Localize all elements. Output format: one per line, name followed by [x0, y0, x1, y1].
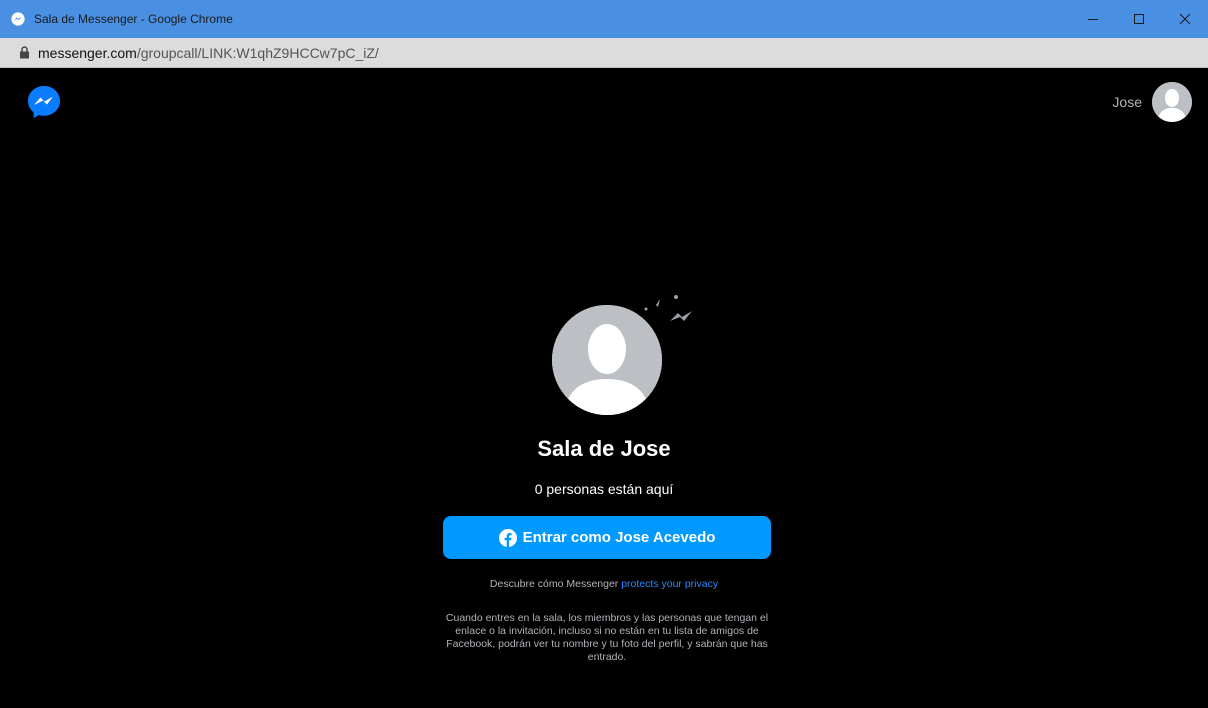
privacy-text: Descubre cómo Messenger: [489, 578, 622, 590]
messenger-app-icon: [10, 11, 26, 27]
room-title: Sala de Jose: [537, 436, 671, 461]
lock-icon[interactable]: [18, 46, 30, 60]
maximize-icon: [1134, 14, 1144, 24]
minimize-icon: [1088, 19, 1098, 20]
close-icon: [1179, 13, 1191, 25]
url-text[interactable]: messenger.com/groupcall/LINK:W1qhZ9HCCw7…: [38, 45, 379, 61]
page-content: Jose Sala de Jose 0 personas están aquí …: [6, 69, 1202, 708]
privacy-link[interactable]: protects your privacy: [621, 578, 718, 590]
join-button-label: Entrar como Jose Acevedo: [522, 529, 716, 546]
url-path: /groupcall/LINK:W1qhZ9HCCw7pC_iZ/: [136, 44, 379, 61]
avatar[interactable]: [1152, 82, 1192, 122]
privacy-notice: Descubre cómo Messenger protects your pr…: [6, 578, 1202, 590]
participant-count: 0 personas están aquí: [534, 481, 674, 497]
default-avatar-icon: [1152, 82, 1192, 122]
window-controls: [1070, 0, 1208, 38]
close-button[interactable]: [1162, 0, 1208, 38]
window-title: Sala de Messenger - Google Chrome: [34, 12, 233, 26]
join-disclaimer: Cuando entres en la sala, los miembros y…: [445, 612, 769, 663]
facebook-icon: [498, 528, 517, 547]
account-menu[interactable]: Jose: [1112, 82, 1192, 122]
sparkle-icon: [644, 295, 692, 321]
maximize-button[interactable]: [1116, 0, 1162, 38]
url-host: messenger.com: [38, 44, 137, 61]
user-name: Jose: [1112, 94, 1142, 110]
address-bar[interactable]: messenger.com/groupcall/LINK:W1qhZ9HCCw7…: [0, 38, 1208, 68]
join-room-button[interactable]: Entrar como Jose Acevedo: [443, 516, 771, 559]
minimize-button[interactable]: [1070, 0, 1116, 38]
window-titlebar: Sala de Messenger - Google Chrome: [0, 0, 1208, 38]
messenger-logo-icon[interactable]: [26, 84, 62, 120]
